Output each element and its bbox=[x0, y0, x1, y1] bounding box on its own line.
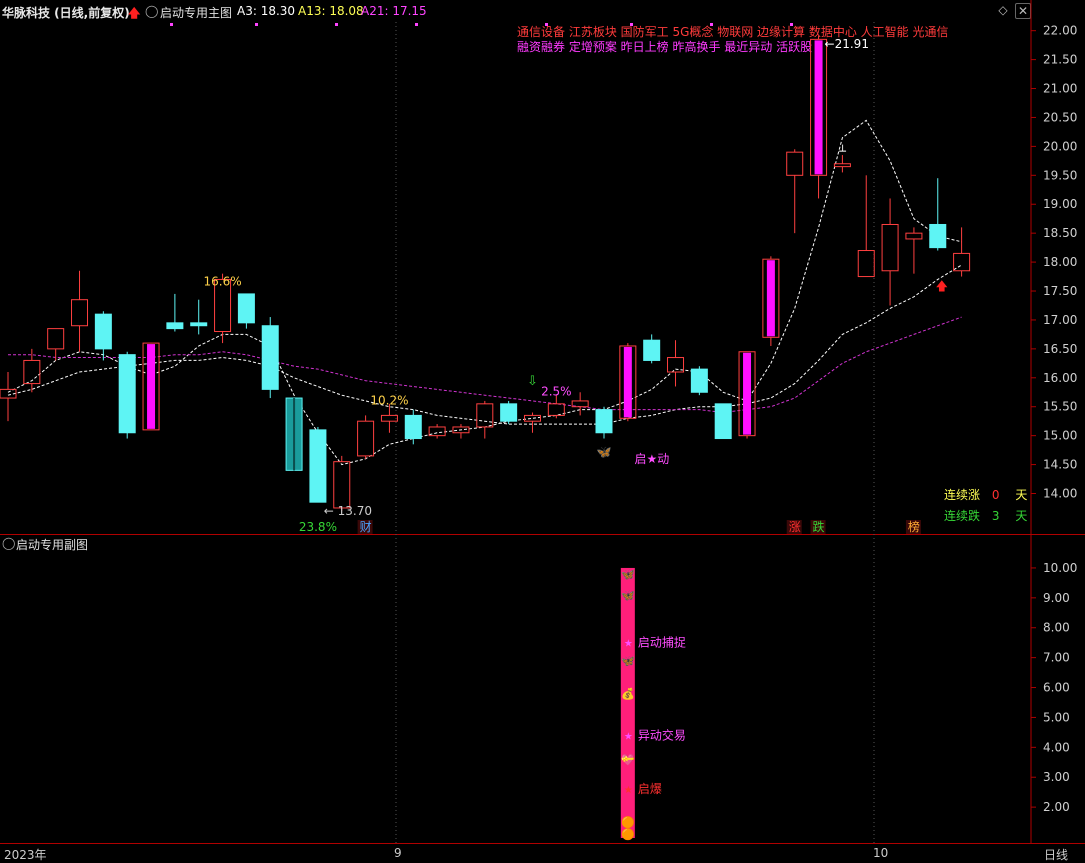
cross-marker-icon: ┴ bbox=[838, 144, 846, 158]
y-tick-label: 15.50 bbox=[1043, 400, 1077, 414]
candle-body bbox=[309, 429, 327, 503]
top-dot-mark bbox=[710, 23, 713, 26]
sub-y-tick-label: 3.00 bbox=[1043, 770, 1070, 784]
top-dot-mark bbox=[790, 23, 793, 26]
candle-body bbox=[118, 354, 136, 434]
star-icon: ★ bbox=[624, 639, 633, 650]
candle-body bbox=[380, 414, 398, 422]
top-dot-mark bbox=[415, 23, 418, 26]
y-tick-label: 21.50 bbox=[1043, 53, 1077, 67]
y-tick-label: 16.50 bbox=[1043, 342, 1077, 356]
candle-body bbox=[881, 223, 899, 272]
y-tick-label: 15.00 bbox=[1043, 429, 1077, 443]
sub-y-tick-label: 8.00 bbox=[1043, 621, 1070, 635]
bar-signal-icon: 💝 bbox=[621, 753, 635, 766]
candle-body bbox=[786, 151, 804, 176]
candle-body bbox=[547, 403, 565, 416]
candle-body bbox=[833, 163, 851, 168]
y-tick-label: 19.00 bbox=[1043, 197, 1077, 211]
star-icon: ★ bbox=[624, 785, 633, 796]
bottom-badge: 23.8% bbox=[299, 520, 337, 534]
candle-body bbox=[857, 250, 875, 278]
top-dot-mark bbox=[255, 23, 258, 26]
y-tick-label: 22.00 bbox=[1043, 24, 1077, 38]
candle-body bbox=[190, 322, 208, 327]
bar-signal-icon: 🦋 bbox=[621, 568, 635, 581]
candle-body bbox=[166, 322, 184, 330]
candle-body bbox=[261, 325, 279, 390]
candle-body bbox=[333, 461, 351, 509]
candle-body bbox=[690, 368, 708, 393]
top-dot-mark bbox=[630, 23, 633, 26]
sub-y-tick-label: 9.00 bbox=[1043, 591, 1070, 605]
top-dot-mark bbox=[335, 23, 338, 26]
candle-body bbox=[357, 420, 375, 457]
top-dot-mark bbox=[170, 23, 173, 26]
candle-core bbox=[623, 346, 632, 418]
bottom-badge: 涨 bbox=[789, 519, 801, 534]
candle-body bbox=[523, 414, 541, 422]
bottom-badge: 榜 bbox=[908, 519, 920, 534]
candle-body bbox=[500, 403, 518, 422]
sub-y-tick-label: 10.00 bbox=[1043, 561, 1077, 575]
y-tick-label: 14.50 bbox=[1043, 458, 1077, 472]
y-tick-label: 20.00 bbox=[1043, 139, 1077, 153]
signal-bar bbox=[620, 567, 635, 838]
y-tick-label: 16.00 bbox=[1043, 371, 1077, 385]
y-tick-label: 17.00 bbox=[1043, 313, 1077, 327]
y-tick-label: 14.00 bbox=[1043, 487, 1077, 501]
bottom-badge: 财 bbox=[360, 520, 372, 534]
butterfly-icon: 🦋 bbox=[597, 445, 612, 459]
y-tick-label: 20.50 bbox=[1043, 110, 1077, 124]
pct-label: 16.6% bbox=[203, 275, 241, 289]
sub-y-tick-label: 7.00 bbox=[1043, 651, 1070, 665]
candle-core bbox=[743, 352, 752, 435]
bar-signal-icon: 💰 bbox=[621, 688, 635, 701]
high-price-label: ←21.91 bbox=[825, 37, 869, 51]
y-tick-label: 17.50 bbox=[1043, 284, 1077, 298]
signal-label: 异动交易 bbox=[638, 727, 686, 742]
red-up-arrow-icon: 🡅 bbox=[936, 279, 948, 293]
candle-body bbox=[929, 223, 947, 249]
sub-y-tick-label: 4.00 bbox=[1043, 740, 1070, 754]
star-icon: ★ bbox=[624, 731, 633, 742]
candle-body bbox=[905, 232, 923, 240]
top-dot-mark bbox=[545, 23, 548, 26]
bar-signal-icon: 🟠 bbox=[621, 828, 635, 841]
chart-svg: 14.00 14.50 15.00 15.50 16.00 16.50 17.00 17.50… bbox=[0, 0, 1085, 843]
candle-body bbox=[595, 409, 613, 434]
sub-y-tick-label: 2.00 bbox=[1043, 800, 1070, 814]
down-arrow-icon: ⇩ bbox=[527, 374, 538, 389]
low-price-label: ← 13.70 bbox=[324, 504, 372, 518]
start-signal-label: 启★动 bbox=[634, 452, 669, 466]
y-tick-label: 21.00 bbox=[1043, 82, 1077, 96]
candle-body bbox=[237, 293, 255, 324]
candle-body bbox=[643, 339, 661, 361]
bar-signal-icon: 🦋 bbox=[621, 655, 635, 668]
signal-label: 启爆 bbox=[638, 782, 662, 796]
bottom-badge: 跌 bbox=[813, 519, 825, 534]
pct-label: 10.2% bbox=[370, 393, 408, 407]
sub-y-tick-label: 5.00 bbox=[1043, 710, 1070, 724]
signal-label: 启动捕捉 bbox=[638, 635, 686, 650]
candle-body bbox=[71, 299, 89, 327]
sub-y-tick-label: 6.00 bbox=[1043, 681, 1070, 695]
candle-body bbox=[47, 328, 65, 350]
candle-core bbox=[147, 344, 156, 429]
candle-core bbox=[814, 40, 823, 175]
candle-body bbox=[94, 313, 112, 350]
pct-label: 2.5% bbox=[541, 385, 572, 399]
y-tick-label: 18.00 bbox=[1043, 255, 1077, 269]
y-tick-label: 19.50 bbox=[1043, 168, 1077, 182]
candle-body bbox=[714, 403, 732, 440]
bar-signal-icon: 🦋 bbox=[621, 589, 635, 602]
y-tick-label: 18.50 bbox=[1043, 226, 1077, 240]
candle-body bbox=[476, 403, 494, 428]
candle-body bbox=[404, 414, 422, 440]
candle-core bbox=[766, 260, 775, 337]
